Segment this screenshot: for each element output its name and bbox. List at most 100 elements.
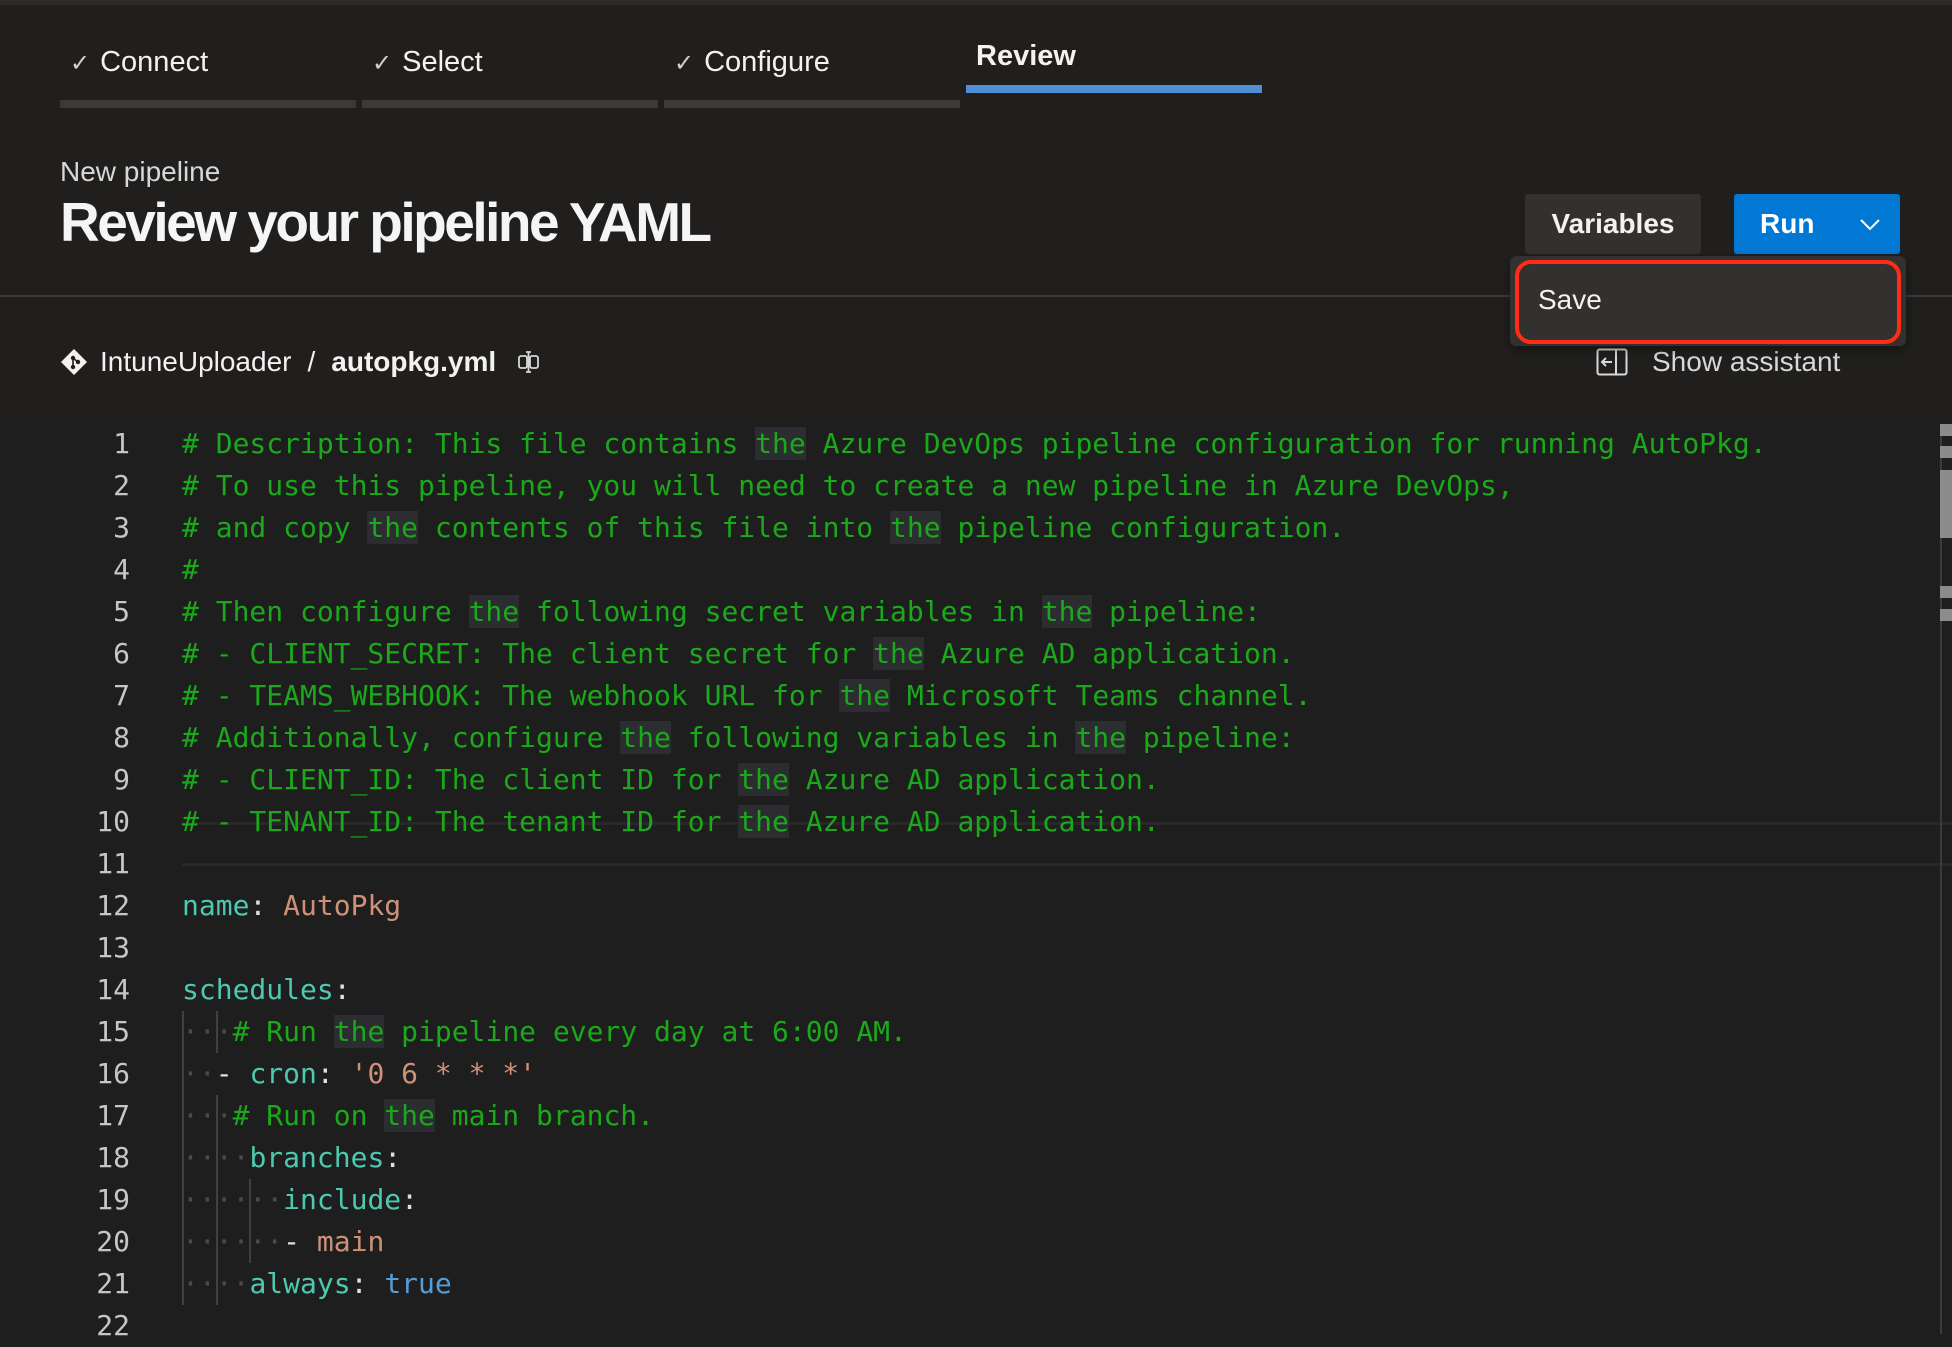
line-content: ····always: true bbox=[182, 1263, 452, 1305]
code-token: ··· bbox=[182, 1099, 233, 1132]
code-line[interactable]: 12 name: AutoPkg bbox=[0, 885, 1900, 927]
scrollbar-thumb[interactable] bbox=[1940, 470, 1952, 538]
line-number: 11 bbox=[96, 847, 130, 880]
code-token: include bbox=[283, 1183, 402, 1216]
wizard-tab-review[interactable]: Review bbox=[966, 40, 1262, 110]
code-line[interactable]: 3 # and copy the contents of this file in… bbox=[0, 507, 1900, 549]
code-token: contents of this file into bbox=[418, 511, 891, 544]
code-line[interactable]: 2 # To use this pipeline, you will need t… bbox=[0, 465, 1900, 507]
code-token: # Additionally, configure bbox=[182, 721, 621, 754]
code-line[interactable]: 17 ···# Run on the main branch. bbox=[0, 1095, 1900, 1137]
line-number: 20 bbox=[96, 1225, 130, 1258]
code-token: the bbox=[620, 721, 671, 754]
code-line[interactable]: 21 ····always: true bbox=[0, 1263, 1900, 1305]
wizard-tab-select[interactable]: ✓ Select bbox=[362, 40, 658, 110]
code-token: : bbox=[249, 889, 284, 922]
code-token: # and copy bbox=[182, 511, 368, 544]
line-number: 17 bbox=[96, 1099, 130, 1132]
line-content: ······- main bbox=[182, 1221, 384, 1263]
code-token: always bbox=[249, 1267, 351, 1300]
code-token: # Run on bbox=[232, 1099, 385, 1132]
code-line[interactable]: 10 # - TENANT_ID: The tenant ID for the A… bbox=[0, 801, 1900, 843]
indent-guide bbox=[215, 1011, 218, 1053]
code-token: the bbox=[1041, 595, 1093, 628]
line-content: # Description: This file contains the Az… bbox=[182, 423, 1767, 465]
code-line[interactable]: 4 # bbox=[0, 549, 1900, 591]
code-line[interactable]: 19 ······include: bbox=[0, 1179, 1900, 1221]
code-token: pipeline configuration. bbox=[940, 511, 1346, 544]
code-line[interactable]: 13 bbox=[0, 927, 1900, 969]
line-content: # and copy the contents of this file int… bbox=[182, 507, 1345, 549]
line-content: schedules: bbox=[182, 969, 351, 1011]
window-top-edge bbox=[0, 0, 1952, 5]
code-line[interactable]: 18 ····branches: bbox=[0, 1137, 1900, 1179]
code-token: : bbox=[384, 1141, 402, 1174]
code-token: # - CLIENT_ID: The client ID for bbox=[182, 763, 739, 796]
code-line[interactable]: 22 bbox=[0, 1305, 1900, 1347]
repo-link[interactable]: IntuneUploader bbox=[100, 346, 291, 378]
wizard-tab-configure[interactable]: ✓ Configure bbox=[664, 40, 960, 110]
code-line[interactable]: 20 ······- main bbox=[0, 1221, 1900, 1263]
breadcrumb-separator: / bbox=[307, 346, 316, 377]
code-line[interactable]: 16 ··- cron: '0 6 * * *' bbox=[0, 1053, 1900, 1095]
wizard-tab-connect[interactable]: ✓ Connect bbox=[60, 40, 356, 110]
chevron-down-icon[interactable] bbox=[1858, 212, 1882, 236]
code-line[interactable]: 9 # - CLIENT_ID: The client ID for the Az… bbox=[0, 759, 1900, 801]
line-content: # Then configure the following secret va… bbox=[182, 591, 1261, 633]
code-token: the bbox=[333, 1015, 385, 1048]
line-number: 3 bbox=[113, 511, 130, 544]
indent-guide bbox=[215, 1095, 218, 1305]
file-name: autopkg.yml bbox=[331, 346, 497, 377]
rename-icon[interactable] bbox=[516, 349, 542, 375]
page-title: Review your pipeline YAML bbox=[60, 191, 712, 253]
variables-button[interactable]: Variables bbox=[1525, 194, 1701, 254]
line-content: name: AutoPkg bbox=[182, 885, 401, 927]
line-number: 18 bbox=[96, 1141, 130, 1174]
code-token: # - TENANT_ID: The tenant ID for bbox=[182, 805, 739, 838]
git-repo-icon bbox=[61, 349, 87, 375]
line-content: # - TENANT_ID: The tenant ID for the Azu… bbox=[182, 801, 1160, 843]
menu-item-save[interactable]: Save bbox=[1538, 284, 1602, 316]
line-number: 9 bbox=[113, 763, 130, 796]
line-number: 21 bbox=[96, 1267, 130, 1300]
overview-ruler-mark bbox=[1940, 609, 1952, 621]
line-content: ··- cron: '0 6 * * *' bbox=[182, 1053, 536, 1095]
code-token: # To use this pipeline, you will need to… bbox=[182, 469, 1514, 502]
code-line[interactable]: 8 # Additionally, configure the following… bbox=[0, 717, 1900, 759]
code-token: main bbox=[316, 1225, 385, 1258]
code-line[interactable]: 7 # - TEAMS_WEBHOOK: The webhook URL for … bbox=[0, 675, 1900, 717]
code-token: the bbox=[738, 805, 789, 838]
code-line[interactable]: 1 # Description: This file contains the A… bbox=[0, 423, 1900, 465]
line-content: # To use this pipeline, you will need to… bbox=[182, 465, 1514, 507]
run-button-group: Run bbox=[1734, 194, 1900, 254]
line-content: # bbox=[182, 549, 199, 591]
line-number: 12 bbox=[96, 889, 130, 922]
code-token: the bbox=[839, 679, 891, 712]
code-line[interactable]: 15 ···# Run the pipeline every day at 6:0… bbox=[0, 1011, 1900, 1053]
code-line[interactable]: 6 # - CLIENT_SECRET: The client secret fo… bbox=[0, 633, 1900, 675]
line-number: 6 bbox=[113, 637, 130, 670]
yaml-editor[interactable]: 1 # Description: This file contains the A… bbox=[0, 423, 1952, 1342]
code-line[interactable]: 11 bbox=[0, 843, 1900, 885]
code-token: the bbox=[890, 511, 941, 544]
code-token: '0 6 * * *' bbox=[350, 1057, 537, 1090]
run-button[interactable]: Run bbox=[1760, 208, 1814, 240]
tab-active-indicator bbox=[966, 85, 1262, 93]
code-token: # - TEAMS_WEBHOOK: The webhook URL for bbox=[182, 679, 840, 712]
code-token: following variables in bbox=[670, 721, 1076, 754]
code-token: : bbox=[401, 1183, 419, 1216]
tab-label: Review bbox=[976, 40, 1076, 72]
line-number: 13 bbox=[96, 931, 130, 964]
scrollbar-track[interactable] bbox=[1940, 424, 1942, 1334]
code-token: # - CLIENT_SECRET: The client secret for bbox=[182, 637, 874, 670]
code-token: # Description: This file contains bbox=[182, 427, 756, 460]
code-line[interactable]: 14 schedules: bbox=[0, 969, 1900, 1011]
line-number: 1 bbox=[113, 427, 130, 460]
show-assistant-button[interactable]: Show assistant bbox=[1596, 346, 1840, 378]
tab-progress-bar bbox=[362, 100, 658, 108]
breadcrumb: IntuneUploader / autopkg.yml bbox=[60, 346, 542, 378]
line-number: 16 bbox=[96, 1057, 130, 1090]
code-token: true bbox=[384, 1267, 452, 1300]
code-line[interactable]: 5 # Then configure the following secret v… bbox=[0, 591, 1900, 633]
show-assistant-label: Show assistant bbox=[1652, 346, 1841, 377]
